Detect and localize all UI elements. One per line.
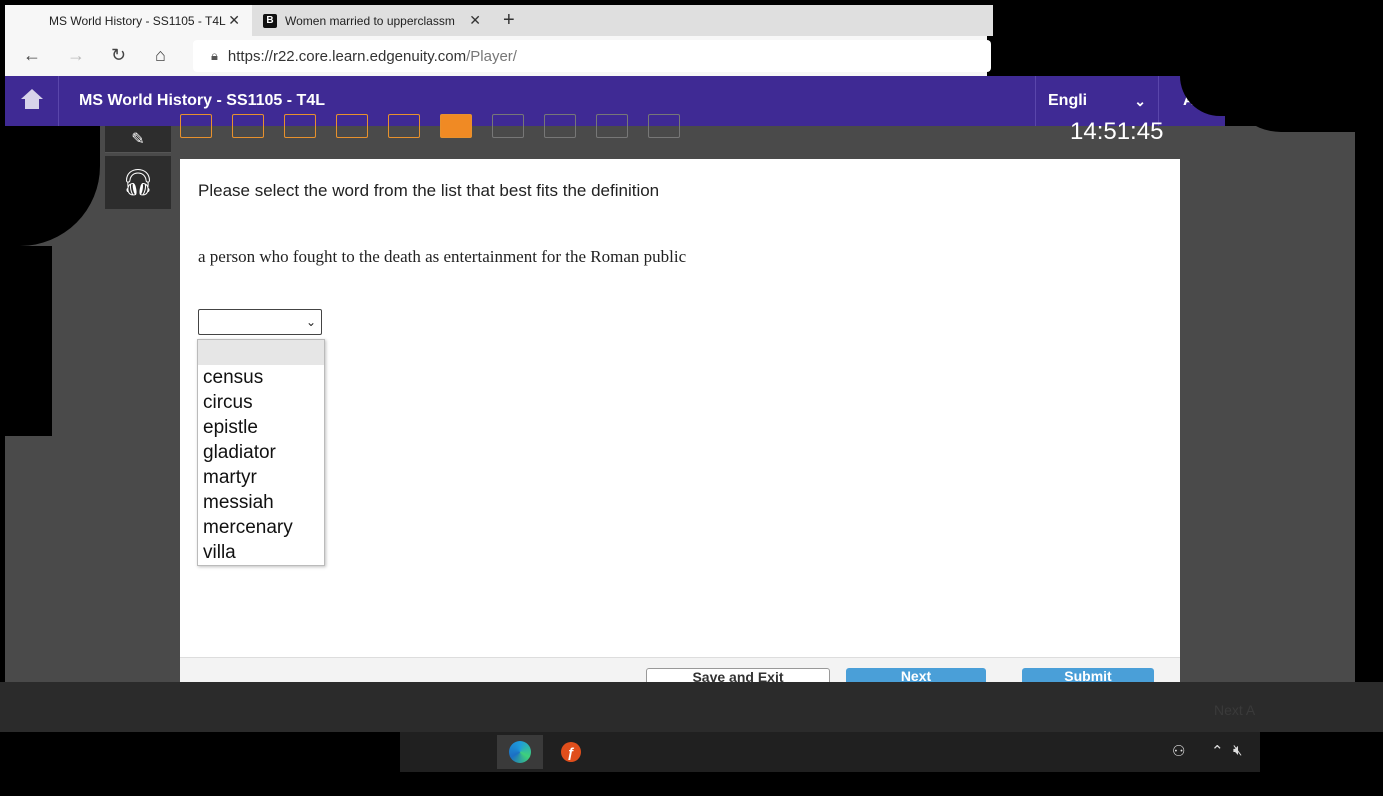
url-host: https://r22.core.learn.edgenuity.com (227, 47, 467, 65)
mask (993, 0, 1383, 76)
chevron-down-icon: ⌄ (1134, 92, 1146, 109)
question-nav-item[interactable] (648, 114, 680, 138)
answer-select[interactable]: ⌄ (198, 309, 322, 335)
url-input[interactable]: 🔒︎ https://r22.core.learn.edgenuity.com /… (193, 40, 991, 72)
people-icon[interactable]: ⚇ (1172, 742, 1185, 760)
question-nav-item[interactable] (492, 114, 524, 138)
dropdown-option[interactable]: epistle (198, 415, 324, 440)
close-icon[interactable]: ✕ (469, 12, 481, 29)
browser-tab-active[interactable]: MS World History - SS1105 - T4L ✕ (5, 5, 252, 36)
mask (1370, 356, 1383, 574)
dropdown-option[interactable]: martyr (198, 465, 324, 490)
next-activity-ghost-text: Next A (1214, 702, 1256, 718)
tab-favicon-icon: B (263, 13, 277, 28)
question-nav-item[interactable] (596, 114, 628, 138)
lower-dark-region (0, 682, 1383, 732)
audio-button[interactable]: 🎧︎ (105, 156, 171, 209)
chevron-down-icon: ⌄ (305, 315, 316, 329)
app-icon: ƒ (561, 742, 581, 762)
mask (1260, 732, 1383, 772)
house-icon (20, 89, 43, 113)
mask (1355, 126, 1383, 356)
dropdown-option[interactable]: gladiator (198, 440, 324, 465)
course-title: MS World History - SS1105 - T4L (79, 92, 325, 109)
answer-dropdown-list: census circus epistle gladiator martyr m… (197, 339, 325, 566)
question-nav-item-current[interactable] (440, 114, 472, 138)
back-icon[interactable]: ← (23, 45, 41, 66)
mask (0, 0, 30, 5)
mask (0, 772, 1383, 796)
browser-tab-inactive[interactable]: B Women married to upperclassm ✕ (255, 5, 493, 36)
activity-footer: Save and Exit Next Submit (180, 657, 1180, 690)
edge-icon (509, 741, 531, 763)
dropdown-option[interactable]: mercenary (198, 515, 324, 540)
question-nav-item[interactable] (336, 114, 368, 138)
url-path: /Player/ (466, 47, 517, 65)
mask (0, 246, 52, 436)
close-icon[interactable]: ✕ (228, 12, 240, 29)
dropdown-option[interactable]: census (198, 365, 324, 390)
screenshot: MS World History - SS1105 - T4L ✕ B Wome… (0, 0, 1383, 796)
volume-muted-icon[interactable]: 🔇︎ (1233, 742, 1242, 759)
dropdown-option[interactable] (198, 340, 324, 365)
app-taskbar-button[interactable]: ƒ (548, 735, 594, 769)
address-bar-row: ← → ↻ ⌂ 🔒︎ https://r22.core.learn.edgenu… (5, 36, 991, 77)
question-definition: a person who fought to the death as ente… (198, 247, 687, 266)
activity-stage: ✎ 🎧︎ 14:51:45 Please select the word fro… (5, 114, 1355, 690)
question-nav-item[interactable] (544, 114, 576, 138)
reload-icon[interactable]: ↻ (111, 45, 126, 66)
question-nav-item[interactable] (232, 114, 264, 138)
mask (0, 436, 5, 682)
home-icon[interactable]: ⌂ (155, 45, 166, 66)
chevron-up-icon[interactable]: ⌃ (1211, 742, 1224, 760)
question-instruction: Please select the word from the list tha… (198, 181, 660, 200)
dropdown-option[interactable]: circus (198, 390, 324, 415)
question-nav-item[interactable] (388, 114, 420, 138)
mask (0, 732, 400, 772)
headphones-icon: 🎧︎ (121, 167, 155, 197)
new-tab-icon[interactable]: + (503, 9, 515, 32)
tab-title: MS World History - SS1105 - T4L (49, 13, 226, 28)
pen-icon: ✎ (131, 131, 145, 148)
lock-icon: 🔒︎ (211, 48, 218, 63)
question-nav-item[interactable] (180, 114, 212, 138)
mask (1225, 76, 1383, 132)
timer: 14:51:45 (1070, 118, 1164, 145)
question-panel: Please select the word from the list tha… (180, 159, 1180, 657)
edge-taskbar-button[interactable] (497, 735, 543, 769)
browser-tab-strip: MS World History - SS1105 - T4L ✕ B Wome… (5, 5, 993, 36)
tab-title: Women married to upperclassm (285, 13, 455, 28)
dropdown-option[interactable]: villa (198, 540, 324, 565)
home-button[interactable] (5, 76, 59, 126)
pen-tool-button[interactable]: ✎ (105, 126, 171, 153)
language-label: Engli (1048, 92, 1088, 109)
dropdown-option[interactable]: messiah (198, 490, 324, 515)
forward-icon[interactable]: → (67, 45, 85, 66)
question-nav-item[interactable] (284, 114, 316, 138)
